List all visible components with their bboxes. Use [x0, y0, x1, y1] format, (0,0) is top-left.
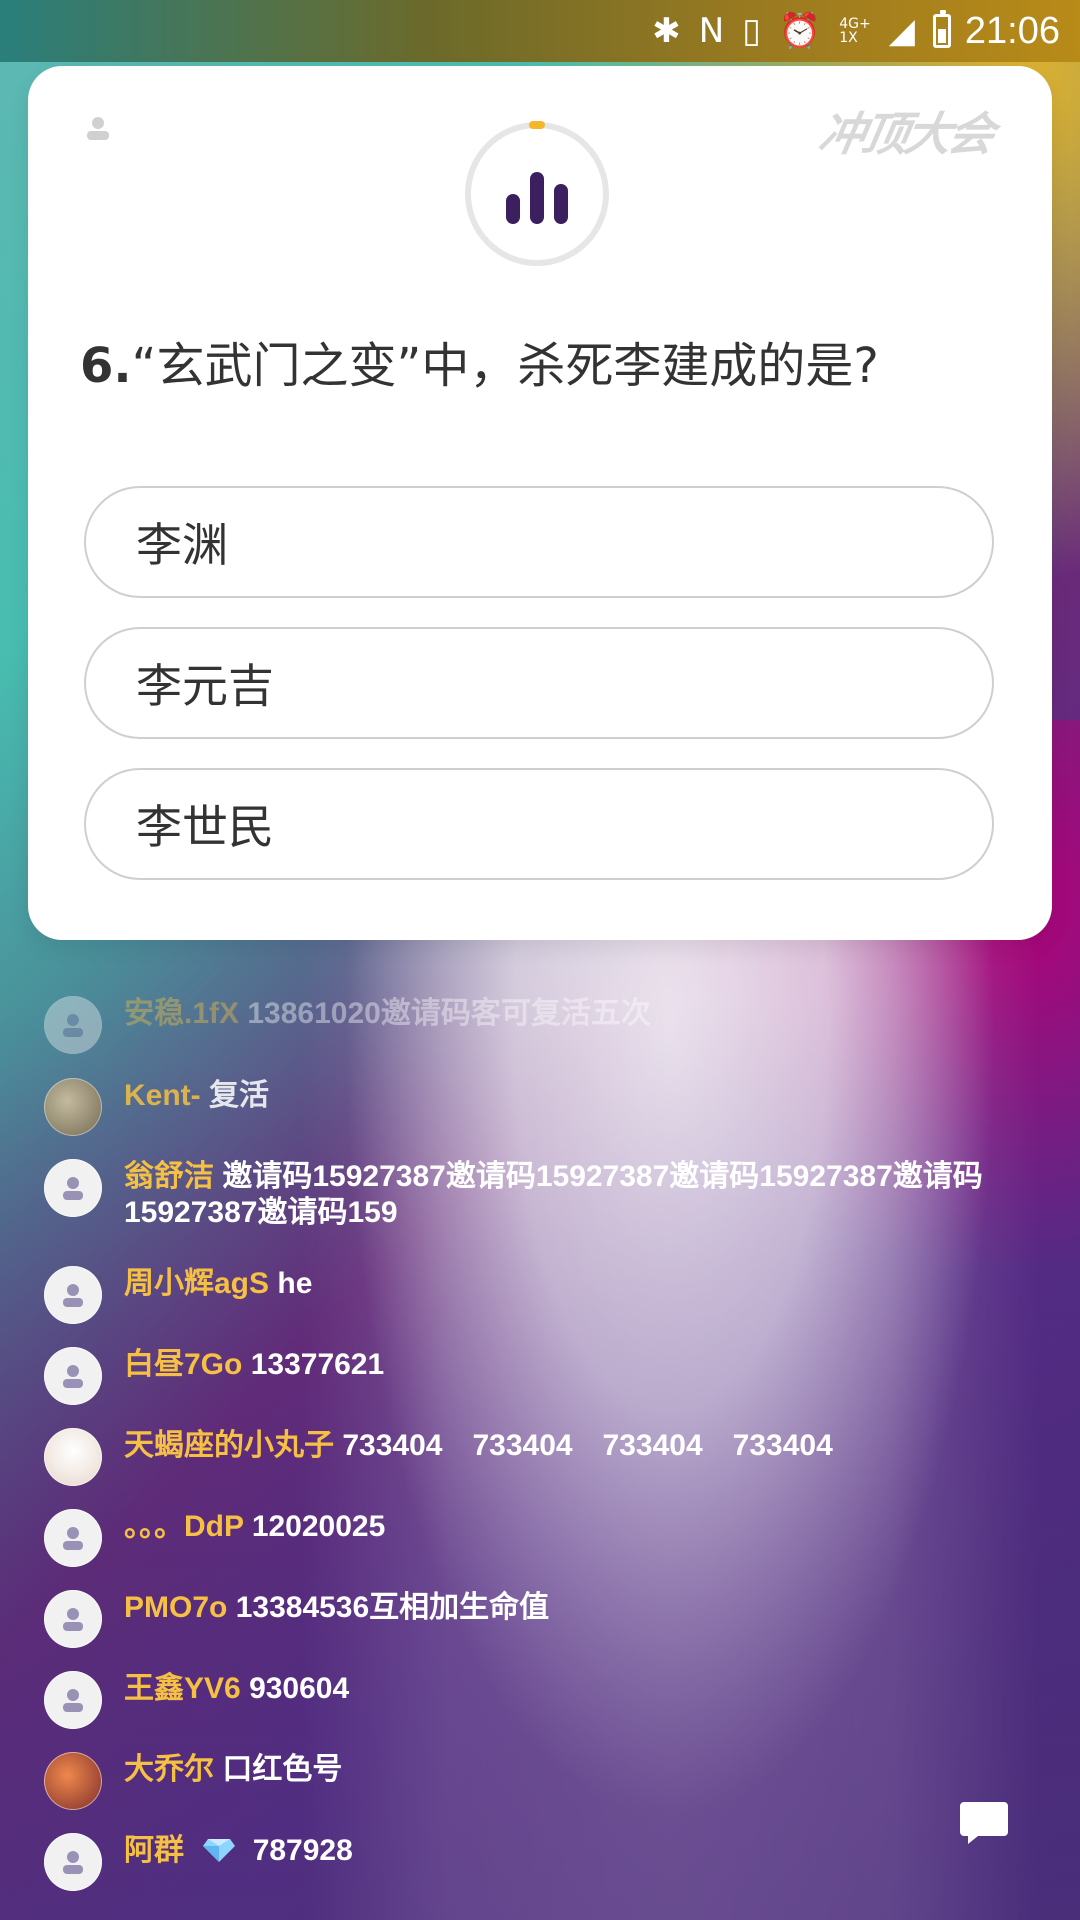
chat-message: 。。。DdP 12020025	[44, 1509, 1034, 1567]
chat-username: 周小辉agS	[124, 1267, 270, 1300]
chat-username: 翁舒洁	[124, 1160, 214, 1193]
chat-text: 大乔尔 口红色号	[124, 1752, 342, 1788]
chat-username: 安稳.1fX	[124, 997, 240, 1030]
question-body: “玄武门之变”中，杀死李建成的是?	[131, 338, 879, 394]
chat-message: Kent- 复活	[44, 1078, 1034, 1136]
answer-option-1[interactable]: 李渊	[84, 486, 994, 598]
chat-content: 13384536互相加生命值	[235, 1591, 550, 1624]
network-bottom-label: 1X	[839, 30, 858, 46]
chat-username: 阿群	[124, 1834, 184, 1867]
chat-message: 阿群 787928	[44, 1833, 1034, 1891]
chat-text: 王鑫YV6 930604	[124, 1671, 349, 1707]
signal-icon: ◢	[888, 11, 915, 51]
chat-content: 787928	[252, 1834, 353, 1867]
countdown-timer	[465, 121, 609, 266]
chat-bubble-icon[interactable]	[958, 1796, 1010, 1848]
chat-text: 天蝎座的小丸子 733404 733404 733404 733404	[124, 1428, 833, 1464]
diamond-icon	[203, 1839, 236, 1862]
timer-progress-arc	[529, 121, 545, 129]
chat-message: 翁舒洁 邀请码15927387邀请码15927387邀请码15927387邀请码…	[44, 1159, 1034, 1231]
alarm-icon: ⏰	[778, 11, 822, 51]
chat-username: Kent-	[124, 1079, 201, 1112]
bluetooth-icon: ✱	[652, 11, 681, 51]
chat-message: 天蝎座的小丸子 733404 733404 733404 733404	[44, 1428, 1034, 1486]
chat-open-button[interactable]	[958, 1796, 1010, 1848]
status-bar: ✱ N ▯ ⏰ 4G+ 1X ◢ 21:06	[0, 0, 1080, 62]
chat-username: 天蝎座的小丸子	[124, 1429, 334, 1462]
answer-option-3[interactable]: 李世民	[84, 768, 994, 880]
chat-username: PMO7o	[124, 1591, 228, 1624]
brand-logo: 冲顶大会	[814, 107, 997, 161]
avatar	[44, 1752, 102, 1810]
avatar	[44, 1428, 102, 1486]
network-indicator: 4G+ 1X	[839, 17, 871, 45]
chat-text: 安稳.1fX 13861020邀请码客可复活五次	[124, 996, 651, 1032]
status-time: 21:06	[964, 9, 1060, 52]
answer-options: 李渊 李元吉 李世民	[84, 486, 994, 909]
nfc-icon: N	[698, 11, 725, 51]
chat-text: PMO7o 13384536互相加生命值	[124, 1590, 549, 1626]
avatar	[44, 1509, 102, 1567]
chat-username: 。。。DdP	[124, 1510, 244, 1543]
vibrate-icon: ▯	[742, 11, 761, 51]
avatar	[44, 1266, 102, 1324]
chat-message: 大乔尔 口红色号	[44, 1752, 1034, 1810]
chat-message: PMO7o 13384536互相加生命值	[44, 1590, 1034, 1648]
chat-content: 12020025	[251, 1510, 386, 1543]
avatar	[44, 996, 102, 1054]
chat-username: 王鑫YV6	[124, 1672, 241, 1705]
chat-content: 复活	[209, 1079, 269, 1112]
avatar	[44, 1347, 102, 1405]
chat-message: 周小辉agS he	[44, 1266, 1034, 1324]
chat-text: Kent- 复活	[124, 1078, 269, 1114]
chat-text: 白昼7Go 13377621	[124, 1347, 384, 1383]
chat-message: 安稳.1fX 13861020邀请码客可复活五次	[44, 996, 1034, 1054]
avatar	[44, 1833, 102, 1891]
question-card: 冲顶大会 6.“玄武门之变”中，杀死李建成的是? 李渊 李元吉 李世民	[28, 66, 1052, 940]
chat-text: 翁舒洁 邀请码15927387邀请码15927387邀请码15927387邀请码…	[124, 1159, 1034, 1231]
question-text: 6.“玄武门之变”中，杀死李建成的是?	[80, 326, 1012, 396]
chat-username: 白昼7Go	[124, 1348, 243, 1381]
chat-message: 王鑫YV6 930604	[44, 1671, 1034, 1729]
chat-content: 邀请码15927387邀请码15927387邀请码15927387邀请码1592…	[124, 1160, 983, 1229]
chat-message: 白昼7Go 13377621	[44, 1347, 1034, 1405]
chat-content: 930604	[249, 1672, 350, 1705]
avatar	[44, 1671, 102, 1729]
question-number: 6.	[80, 338, 132, 394]
chat-text: 。。。DdP 12020025	[124, 1509, 385, 1545]
status-icons: ✱ N ▯ ⏰ 4G+ 1X ◢	[652, 10, 951, 51]
chat-username: 大乔尔	[124, 1753, 214, 1786]
network-top-label: 4G+	[839, 16, 871, 32]
chat-content: 13377621	[250, 1348, 385, 1381]
timer-icon	[506, 164, 568, 224]
avatar	[44, 1590, 102, 1648]
avatar	[44, 1159, 102, 1217]
chat-content: 口红色号	[222, 1753, 343, 1786]
chat-content: 13861020邀请码客可复活五次	[247, 997, 651, 1030]
chat-text: 阿群 787928	[124, 1833, 353, 1869]
answer-option-2[interactable]: 李元吉	[84, 627, 994, 739]
chat-text: 周小辉agS he	[124, 1266, 312, 1302]
battery-icon	[932, 10, 951, 48]
chat-content: 733404 733404 733404 733404	[342, 1429, 833, 1462]
profile-icon[interactable]	[84, 114, 112, 142]
chat-content: he	[277, 1267, 313, 1300]
avatar	[44, 1078, 102, 1136]
